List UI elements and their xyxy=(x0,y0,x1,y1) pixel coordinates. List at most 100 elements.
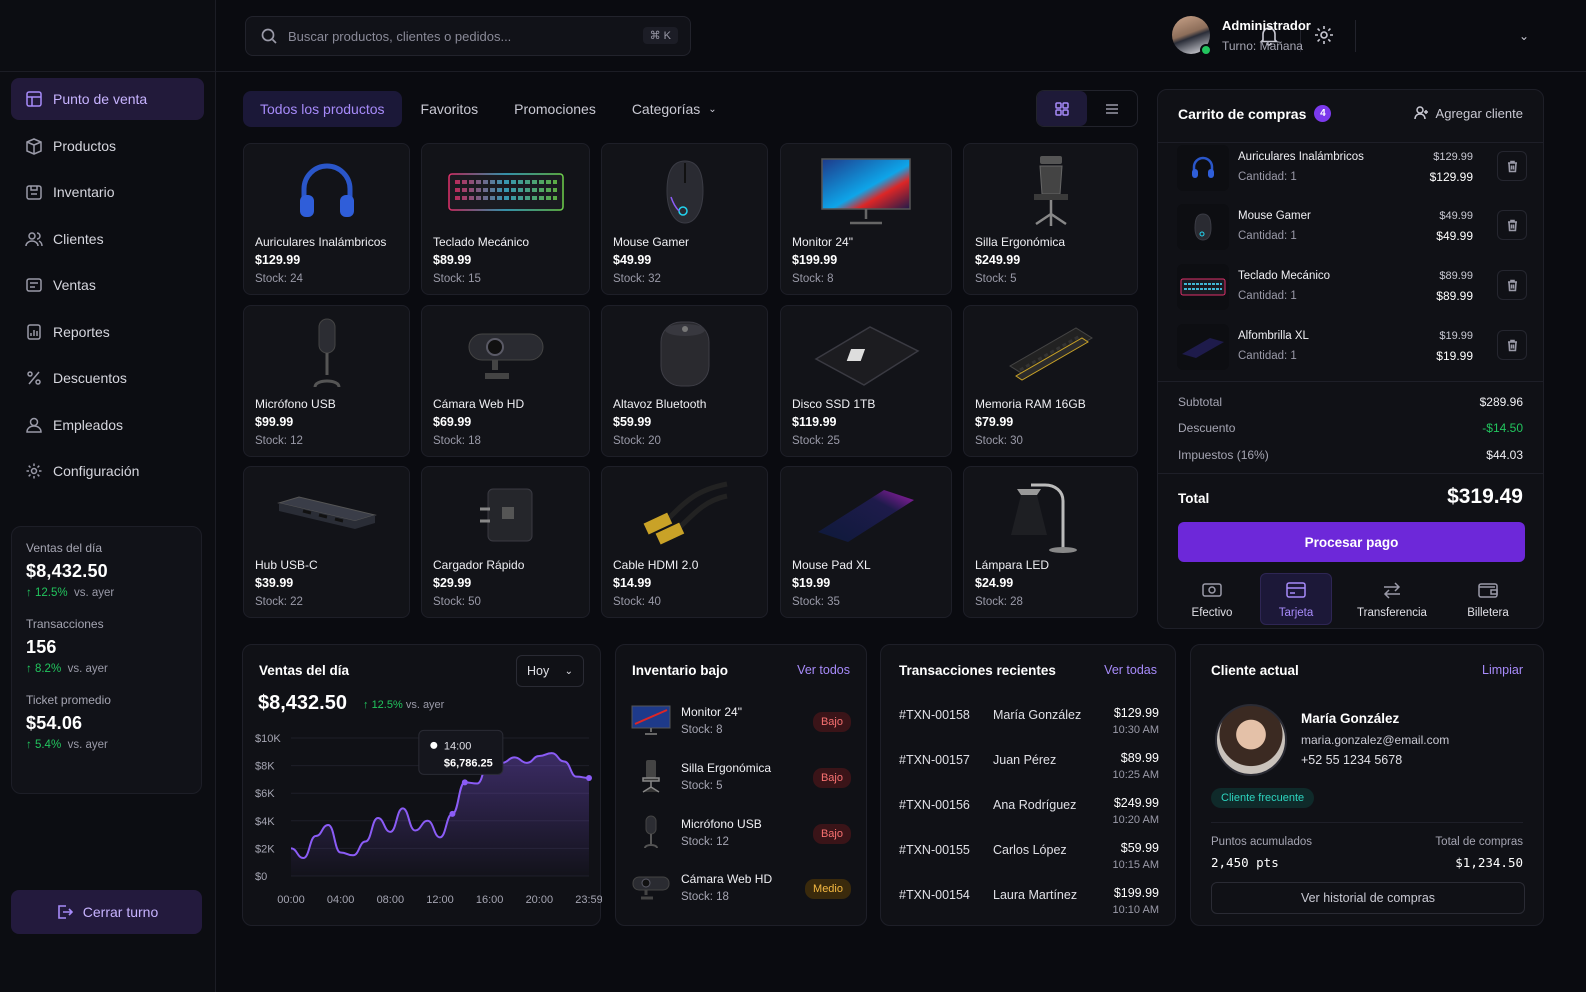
transaction-row[interactable]: #TXN-00155 Carlos López $59.99 10:15 AM xyxy=(899,838,1159,878)
payment-method-label: Tarjeta xyxy=(1278,607,1314,619)
low-inventory-item[interactable]: Cámara Web HD Stock: 18 Medio xyxy=(631,865,851,913)
ram-icon xyxy=(964,312,1137,396)
percent-icon xyxy=(25,369,43,387)
user-avatar[interactable] xyxy=(1172,16,1212,56)
transaction-client: Ana Rodríguez xyxy=(993,798,1077,812)
sidebar-item-reportes[interactable]: Reportes xyxy=(11,311,204,353)
sales-panel: Ventas del día Hoy ⌄ $8,432.50 ↑ 12.5% vs… xyxy=(242,644,602,926)
logout-button[interactable]: Cerrar turno xyxy=(11,890,202,934)
low-inventory-item[interactable]: Micrófono USB Stock: 12 Bajo xyxy=(631,810,851,858)
sidebar-item-productos[interactable]: Productos xyxy=(11,125,204,167)
product-card[interactable]: Silla Ergonómica $249.99 Stock: 5 xyxy=(963,143,1138,295)
product-card[interactable]: Altavoz Bluetooth $59.99 Stock: 20 xyxy=(601,305,768,457)
chevron-down-icon[interactable]: ⌄ xyxy=(1519,29,1529,43)
monitor-icon xyxy=(781,150,951,234)
search-shortcut: ⌘ K xyxy=(642,27,678,44)
total-label: Total xyxy=(1178,491,1210,506)
list-view-button[interactable] xyxy=(1087,91,1137,126)
sidebar-item-ventas[interactable]: Ventas xyxy=(11,264,204,306)
grid-icon xyxy=(1055,101,1069,116)
sidebar-item-configuracion[interactable]: Configuración xyxy=(11,450,204,492)
low-inventory-item[interactable]: Silla Ergonómica Stock: 5 Bajo xyxy=(631,754,851,802)
cart-item-qty: Cantidad: 1 xyxy=(1238,171,1297,183)
payment-method-efectivo[interactable]: Efectivo xyxy=(1176,573,1248,625)
sales-line-chart: $10K $8K $6K $4K $2K $0 00:00 04:00 08:00 12:00 16… xyxy=(255,729,602,906)
report-icon xyxy=(25,323,43,341)
tab-favoritos[interactable]: Favoritos xyxy=(404,91,496,127)
sidebar-item-label: Reportes xyxy=(53,323,110,340)
view-all-transactions-link[interactable]: Ver todas xyxy=(1104,663,1157,677)
cart-item-unit-price: $19.99 xyxy=(1439,330,1473,342)
low-inventory-item[interactable]: Monitor 24" Stock: 8 Bajo xyxy=(631,698,851,746)
cart-header: Carrito de compras 4 xyxy=(1178,105,1332,122)
cart-item: Alfombrilla XL Cantidad: 1 $19.99 $19.99 xyxy=(1177,322,1527,372)
stat-change: ↑ 8.2% vs. ayer xyxy=(26,663,187,675)
product-card[interactable]: Monitor 24" $199.99 Stock: 8 xyxy=(780,143,952,295)
product-stock: Stock: 24 xyxy=(255,273,303,285)
transaction-row[interactable]: #TXN-00157 Juan Pérez $89.99 10:25 AM xyxy=(899,748,1159,788)
sidebar-item-clientes[interactable]: Clientes xyxy=(11,218,204,260)
payment-method-tarjeta[interactable]: Tarjeta xyxy=(1260,573,1332,625)
product-card[interactable]: Memoria RAM 16GB $79.99 Stock: 30 xyxy=(963,305,1138,457)
product-card[interactable]: Disco SSD 1TB $119.99 Stock: 25 xyxy=(780,305,952,457)
grid-view-button[interactable] xyxy=(1037,91,1087,126)
product-card[interactable]: Cargador Rápido $29.99 Stock: 50 xyxy=(421,466,590,618)
product-stock: Stock: 5 xyxy=(975,273,1017,285)
product-card[interactable]: Cable HDMI 2.0 $14.99 Stock: 40 xyxy=(601,466,768,618)
product-card[interactable]: Mouse Pad XL $19.99 Stock: 35 xyxy=(780,466,952,618)
webcam-icon xyxy=(631,869,671,905)
payment-method-billetera[interactable]: Billetera xyxy=(1452,573,1524,625)
product-card[interactable]: Mouse Gamer $49.99 Stock: 32 xyxy=(601,143,768,295)
cart-item-name: Teclado Mecánico xyxy=(1238,270,1331,282)
product-stock: Stock: 30 xyxy=(975,435,1023,447)
delete-item-button[interactable] xyxy=(1497,270,1527,300)
product-card[interactable]: Lámpara LED $24.99 Stock: 28 xyxy=(963,466,1138,618)
product-price: $199.99 xyxy=(792,253,838,267)
add-client-button[interactable]: Agregar cliente xyxy=(1413,105,1523,121)
view-all-inventory-link[interactable]: Ver todos xyxy=(797,663,850,677)
sidebar-item-label: Clientes xyxy=(53,230,104,247)
payment-method-transferencia[interactable]: Transferencia xyxy=(1348,573,1436,625)
product-price: $14.99 xyxy=(613,576,652,590)
sidebar-item-empleados[interactable]: Empleados xyxy=(11,404,204,446)
sidebar-item-descuentos[interactable]: Descuentos xyxy=(11,357,204,399)
transaction-client: Laura Martínez xyxy=(993,888,1078,902)
process-payment-button[interactable]: Procesar pago xyxy=(1178,522,1525,562)
tab-todos[interactable]: Todos los productos xyxy=(243,91,402,127)
delete-item-button[interactable] xyxy=(1497,330,1527,360)
product-card[interactable]: Teclado Mecánico $89.99 Stock: 15 xyxy=(421,143,590,295)
product-stock: Stock: 35 xyxy=(792,596,840,608)
inventory-item-stock: Stock: 8 xyxy=(681,724,723,736)
tab-promociones[interactable]: Promociones xyxy=(497,91,613,127)
tab-categorias[interactable]: Categorías ⌄ xyxy=(615,91,734,127)
delete-item-button[interactable] xyxy=(1497,210,1527,240)
cart-item-name: Alfombrilla XL xyxy=(1238,330,1309,342)
transaction-row[interactable]: #TXN-00158 María González $129.99 10:30 … xyxy=(899,703,1159,743)
stat-label: Ticket promedio xyxy=(26,693,111,707)
search-input[interactable]: Buscar productos, clientes o pedidos... … xyxy=(245,16,691,56)
cart-item-unit-price: $49.99 xyxy=(1439,210,1473,222)
x-tick-label: 23:59 xyxy=(575,894,602,906)
sidebar-item-punto-de-venta[interactable]: Punto de venta xyxy=(11,78,204,120)
product-card[interactable]: Auriculares Inalámbricos $129.99 Stock: … xyxy=(243,143,410,295)
stat-change-value: 8.2% xyxy=(34,663,62,675)
gear-icon[interactable] xyxy=(1313,24,1335,46)
product-card[interactable]: Micrófono USB $99.99 Stock: 12 xyxy=(243,305,410,457)
sidebar-item-inventario[interactable]: Inventario xyxy=(11,171,204,213)
product-card[interactable]: Hub USB-C $39.99 Stock: 22 xyxy=(243,466,410,618)
transaction-row[interactable]: #TXN-00154 Laura Martínez $199.99 10:10 … xyxy=(899,883,1159,923)
transaction-row[interactable]: #TXN-00156 Ana Rodríguez $249.99 10:20 A… xyxy=(899,793,1159,833)
clear-client-link[interactable]: Limpiar xyxy=(1482,663,1523,677)
delete-item-button[interactable] xyxy=(1497,151,1527,181)
transaction-amount: $129.99 xyxy=(1113,706,1159,720)
product-card[interactable]: Cámara Web HD $69.99 Stock: 18 xyxy=(421,305,590,457)
cart-item-unit-price: $89.99 xyxy=(1439,270,1473,282)
client-avatar xyxy=(1215,704,1287,776)
transaction-amount: $59.99 xyxy=(1120,841,1159,855)
stat-value: 156 xyxy=(26,637,57,657)
purchase-history-button[interactable]: Ver historial de compras xyxy=(1211,882,1525,914)
stat-change: ↑ 5.4% vs. ayer xyxy=(26,739,187,751)
total-purchases-label: Total de compras xyxy=(1435,836,1523,848)
client-tag-badge: Cliente frecuente xyxy=(1211,788,1315,808)
transaction-client: Carlos López xyxy=(993,843,1067,857)
